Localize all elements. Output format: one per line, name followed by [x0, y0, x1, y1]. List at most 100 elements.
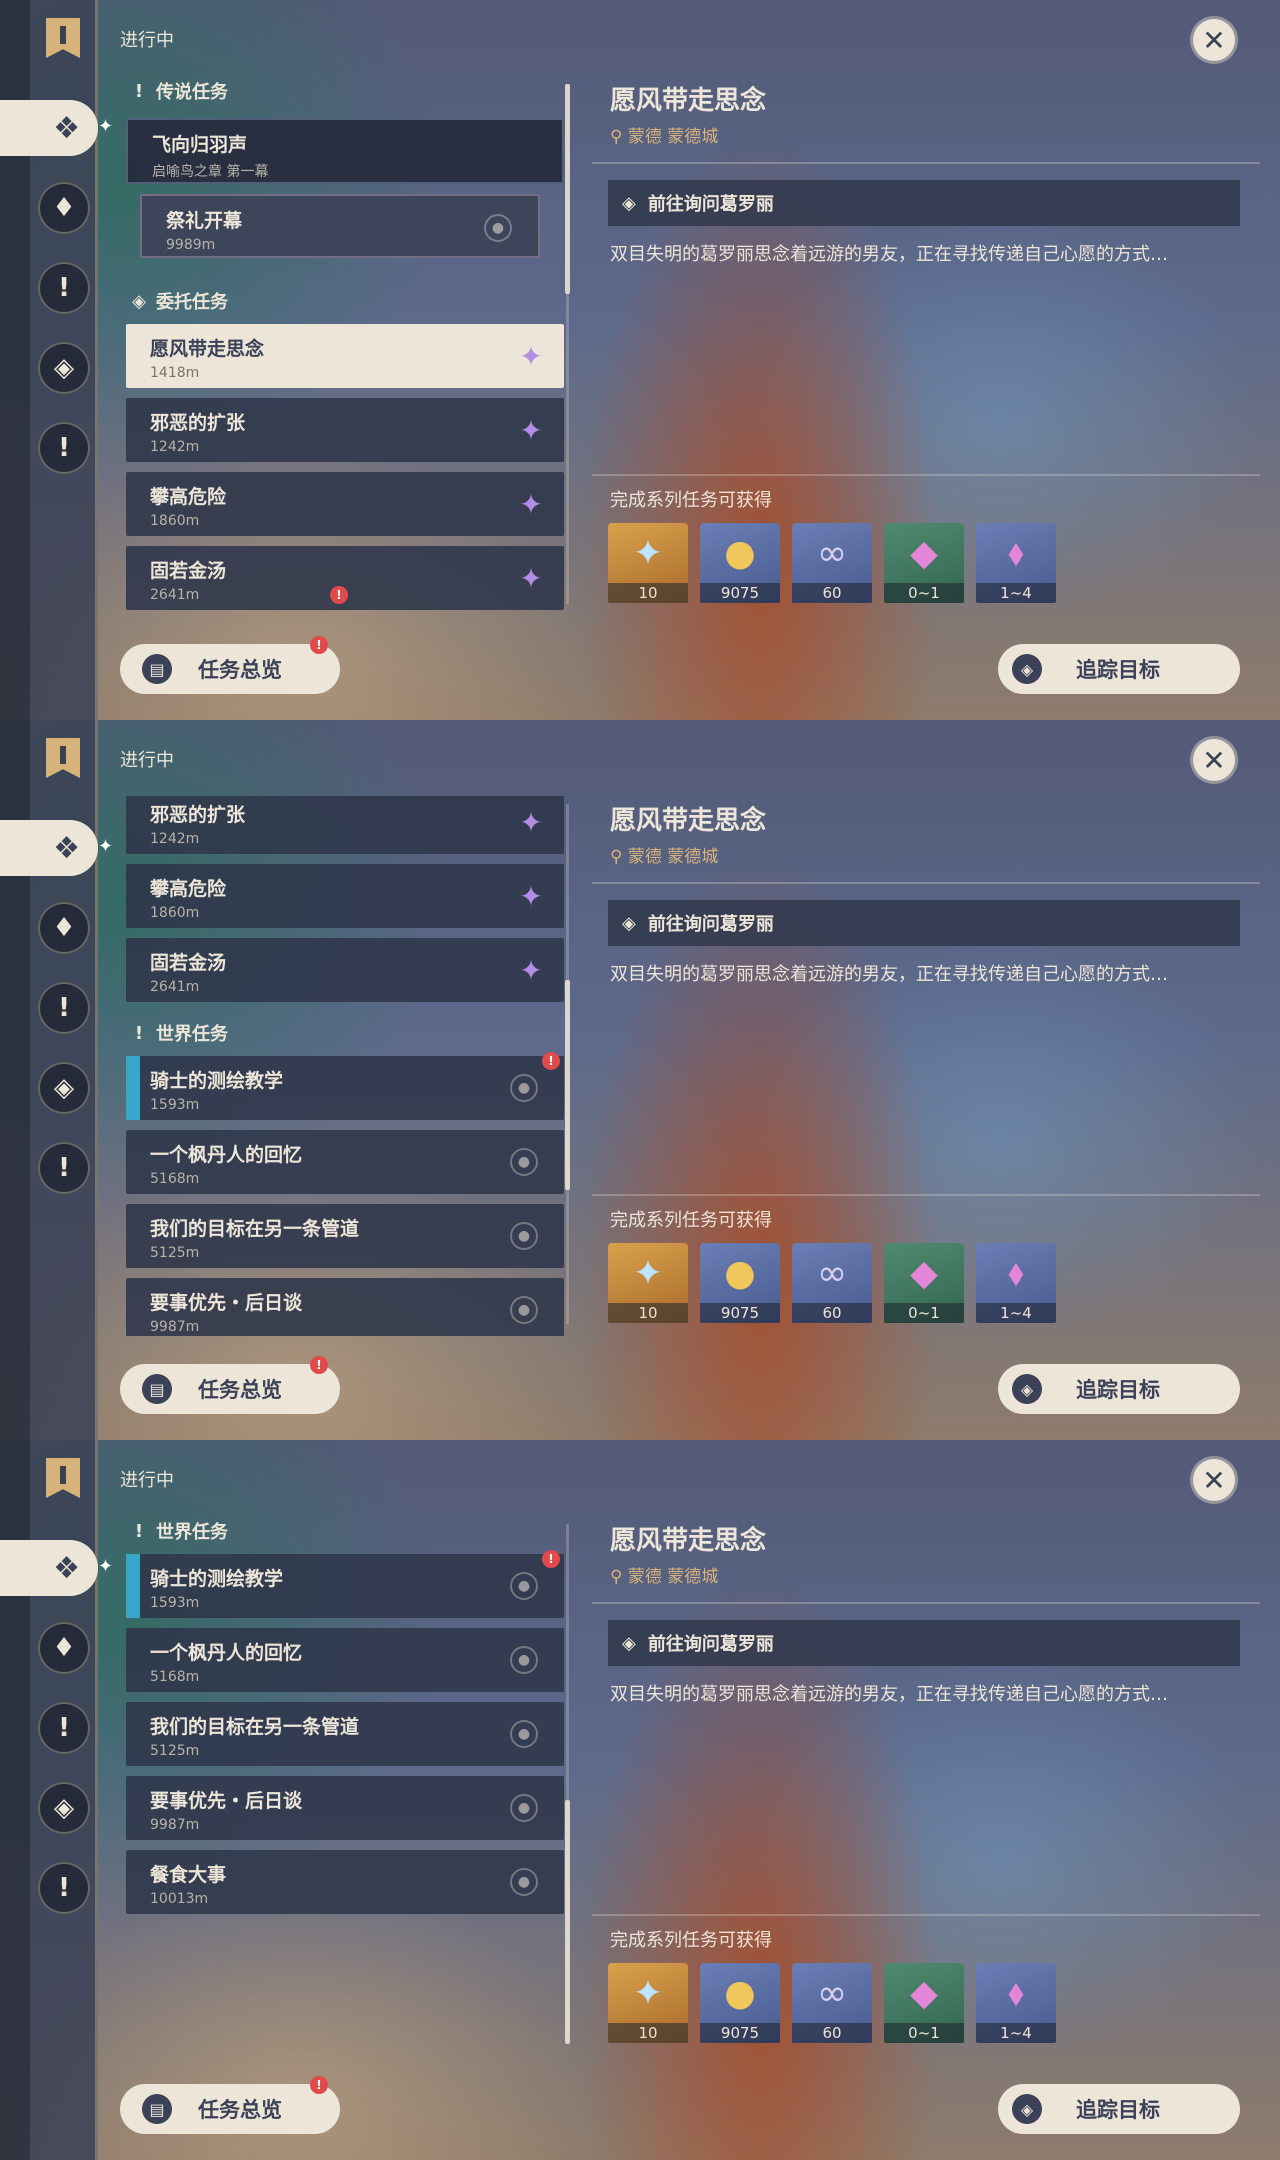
- sidebar-item-archon[interactable]: ♦: [38, 902, 90, 954]
- commission-marker-icon: ✦: [519, 561, 543, 595]
- crystal-chunk-icon: ◆: [910, 532, 938, 574]
- selection-spark-icon: ✦: [98, 836, 114, 857]
- quest-item-legend-sub[interactable]: 祭礼开幕 9989m ●: [140, 194, 540, 258]
- sidebar-item-commission[interactable]: ◈: [38, 1782, 90, 1834]
- reward-item[interactable]: ✦ 10: [608, 1963, 688, 2043]
- quest-item-w4[interactable]: 要事优先・后日谈 9987m ●: [126, 1776, 564, 1840]
- scrollbar-thumb[interactable]: [565, 980, 570, 1190]
- world-quest-icon: !: [58, 433, 70, 463]
- quest-item-w5[interactable]: 餐食大事 10013m ●: [126, 1850, 564, 1914]
- quest-overview-button[interactable]: ▤ 任务总览: [120, 644, 340, 694]
- detail-description: 双目失明的葛罗丽思念着远游的男友，正在寻找传递自己心愿的方式…: [610, 1684, 1168, 1705]
- commission-marker-icon: ✦: [519, 879, 543, 913]
- sidebar-item-all-quests[interactable]: ❖: [0, 100, 98, 156]
- reward-list: ✦ 10 ● 9075 ∞ 60 ◆ 0~1 ⬧ 1~4: [608, 1963, 1056, 2043]
- quest-item-c4[interactable]: 固若金汤 2641m ✦: [126, 938, 564, 1002]
- quest-item-w2[interactable]: 一个枫丹人的回忆 5168m ●: [126, 1130, 564, 1194]
- reward-item[interactable]: ● 9075: [700, 1963, 780, 2043]
- sidebar-item-legend[interactable]: !: [38, 262, 90, 314]
- scrollbar-thumb[interactable]: [565, 84, 570, 294]
- detail-description: 双目失明的葛罗丽思念着远游的男友，正在寻找传递自己心愿的方式…: [610, 964, 1168, 985]
- reward-list: ✦ 10 ● 9075 ∞ 60 ◆ 0~1 ⬧ 1~4: [608, 523, 1056, 603]
- overview-alert-badge: !: [310, 2076, 328, 2094]
- sidebar-item-world[interactable]: !: [38, 422, 90, 474]
- track-target-button[interactable]: ◈ 追踪目标: [998, 644, 1240, 694]
- divider: [592, 162, 1260, 164]
- divider: [592, 1914, 1260, 1916]
- archon-quest-icon: ♦: [52, 193, 76, 223]
- map-pin-icon: ●: [510, 1074, 538, 1102]
- quest-overview-button[interactable]: ▤ 任务总览: [120, 2084, 340, 2134]
- sidebar-divider: [95, 1440, 98, 2160]
- quest-item-w1[interactable]: 骑士的测绘教学 1593m ●: [126, 1056, 564, 1120]
- reward-item[interactable]: ⬧ 1~4: [976, 1243, 1056, 1323]
- selection-spark-icon: ✦: [98, 1556, 114, 1577]
- reward-item[interactable]: ⬧ 1~4: [976, 523, 1056, 603]
- divider: [592, 1194, 1260, 1196]
- sidebar-item-legend[interactable]: !: [38, 982, 90, 1034]
- adventure-exp-icon: ∞: [817, 1972, 847, 2014]
- reward-item[interactable]: ◆ 0~1: [884, 1963, 964, 2043]
- commission-icon: ◈: [54, 1793, 74, 1823]
- quest-item-w2[interactable]: 一个枫丹人的回忆 5168m ●: [126, 1628, 564, 1692]
- sidebar-item-commission[interactable]: ◈: [38, 342, 90, 394]
- track-target-button[interactable]: ◈ 追踪目标: [998, 1364, 1240, 1414]
- sidebar-item-archon[interactable]: ♦: [38, 1622, 90, 1674]
- reward-item[interactable]: ✦ 10: [608, 1243, 688, 1323]
- legend-quest-icon: !: [134, 80, 144, 102]
- quest-item-w4[interactable]: 要事优先・后日谈 9987m ●: [126, 1278, 564, 1336]
- reward-item[interactable]: ◆ 0~1: [884, 523, 964, 603]
- quest-item-c2[interactable]: 邪恶的扩张 1242m ✦: [126, 398, 564, 462]
- close-button[interactable]: ✕: [1190, 16, 1238, 64]
- map-pin-icon: ●: [510, 1296, 538, 1324]
- reward-list: ✦ 10 ● 9075 ∞ 60 ◆ 0~1 ⬧ 1~4: [608, 1243, 1056, 1323]
- quest-item-c3[interactable]: 攀高危险 1860m ✦: [126, 864, 564, 928]
- world-quest-icon: !: [134, 1520, 144, 1542]
- reward-item[interactable]: ● 9075: [700, 1243, 780, 1323]
- world-quest-icon: !: [58, 1873, 70, 1903]
- quest-item-w3[interactable]: 我们的目标在另一条管道 5125m ●: [126, 1702, 564, 1766]
- quest-item-c3[interactable]: 攀高危险 1860m ✦: [126, 472, 564, 536]
- quest-screen-2: ❖ ✦ ♦ ! ◈ ! 进行中 ✕ 邪恶的扩张 1242m ✦ 攀高危险 186…: [0, 720, 1280, 1440]
- reward-item[interactable]: ✦ 10: [608, 523, 688, 603]
- divider: [592, 882, 1260, 884]
- sidebar-item-archon[interactable]: ♦: [38, 182, 90, 234]
- reward-item[interactable]: ∞ 60: [792, 1243, 872, 1323]
- reward-item[interactable]: ● 9075: [700, 523, 780, 603]
- sidebar-item-all-quests[interactable]: ❖: [0, 820, 98, 876]
- reward-item[interactable]: ⬧ 1~4: [976, 1963, 1056, 2043]
- quest-overview-button[interactable]: ▤ 任务总览: [120, 1364, 340, 1414]
- sidebar-item-commission[interactable]: ◈: [38, 1062, 90, 1114]
- close-button[interactable]: ✕: [1190, 1456, 1238, 1504]
- archon-quest-icon: ♦: [52, 913, 76, 943]
- tracked-stripe: [126, 1554, 140, 1618]
- group-header-world: ! 世界任务: [132, 1516, 228, 1546]
- sidebar-item-legend[interactable]: !: [38, 1702, 90, 1754]
- group-header-legend: ! 传说任务: [132, 76, 228, 106]
- reward-item[interactable]: ∞ 60: [792, 1963, 872, 2043]
- crystal-cluster-icon: ⬧: [1007, 532, 1025, 573]
- quest-item-w3[interactable]: 我们的目标在另一条管道 5125m ●: [126, 1204, 564, 1268]
- reward-item[interactable]: ◆ 0~1: [884, 1243, 964, 1323]
- reward-item[interactable]: ∞ 60: [792, 523, 872, 603]
- scrollbar-thumb[interactable]: [565, 1800, 570, 2044]
- quest-item-w1[interactable]: 骑士的测绘教学 1593m ●: [126, 1554, 564, 1618]
- quest-item-legend-main[interactable]: 飞向归羽声 启喻鸟之章 第一幕: [126, 118, 564, 184]
- close-button[interactable]: ✕: [1190, 736, 1238, 784]
- step-diamond-icon: ◈: [622, 192, 636, 214]
- detail-description: 双目失明的葛罗丽思念着远游的男友，正在寻找传递自己心愿的方式…: [610, 244, 1168, 265]
- map-pin-icon: ●: [510, 1222, 538, 1250]
- step-diamond-icon: ◈: [622, 912, 636, 934]
- track-target-button[interactable]: ◈ 追踪目标: [998, 2084, 1240, 2134]
- quest-item-c1[interactable]: 愿风带走思念 1418m ✦: [126, 324, 564, 388]
- group-header-commission: ◈ 委托任务: [132, 290, 228, 314]
- commission-marker-icon: ✦: [519, 413, 543, 447]
- legend-quest-icon: !: [58, 273, 70, 303]
- sidebar-item-all-quests[interactable]: ❖: [0, 1540, 98, 1596]
- quest-item-c2[interactable]: 邪恶的扩张 1242m ✦: [126, 796, 564, 854]
- detail-location: ⚲ 蒙德 蒙德城: [610, 847, 719, 867]
- sidebar-item-world[interactable]: !: [38, 1142, 90, 1194]
- commission-marker-icon: ✦: [519, 805, 543, 839]
- legend-quest-icon: !: [58, 1713, 70, 1743]
- sidebar-item-world[interactable]: !: [38, 1862, 90, 1914]
